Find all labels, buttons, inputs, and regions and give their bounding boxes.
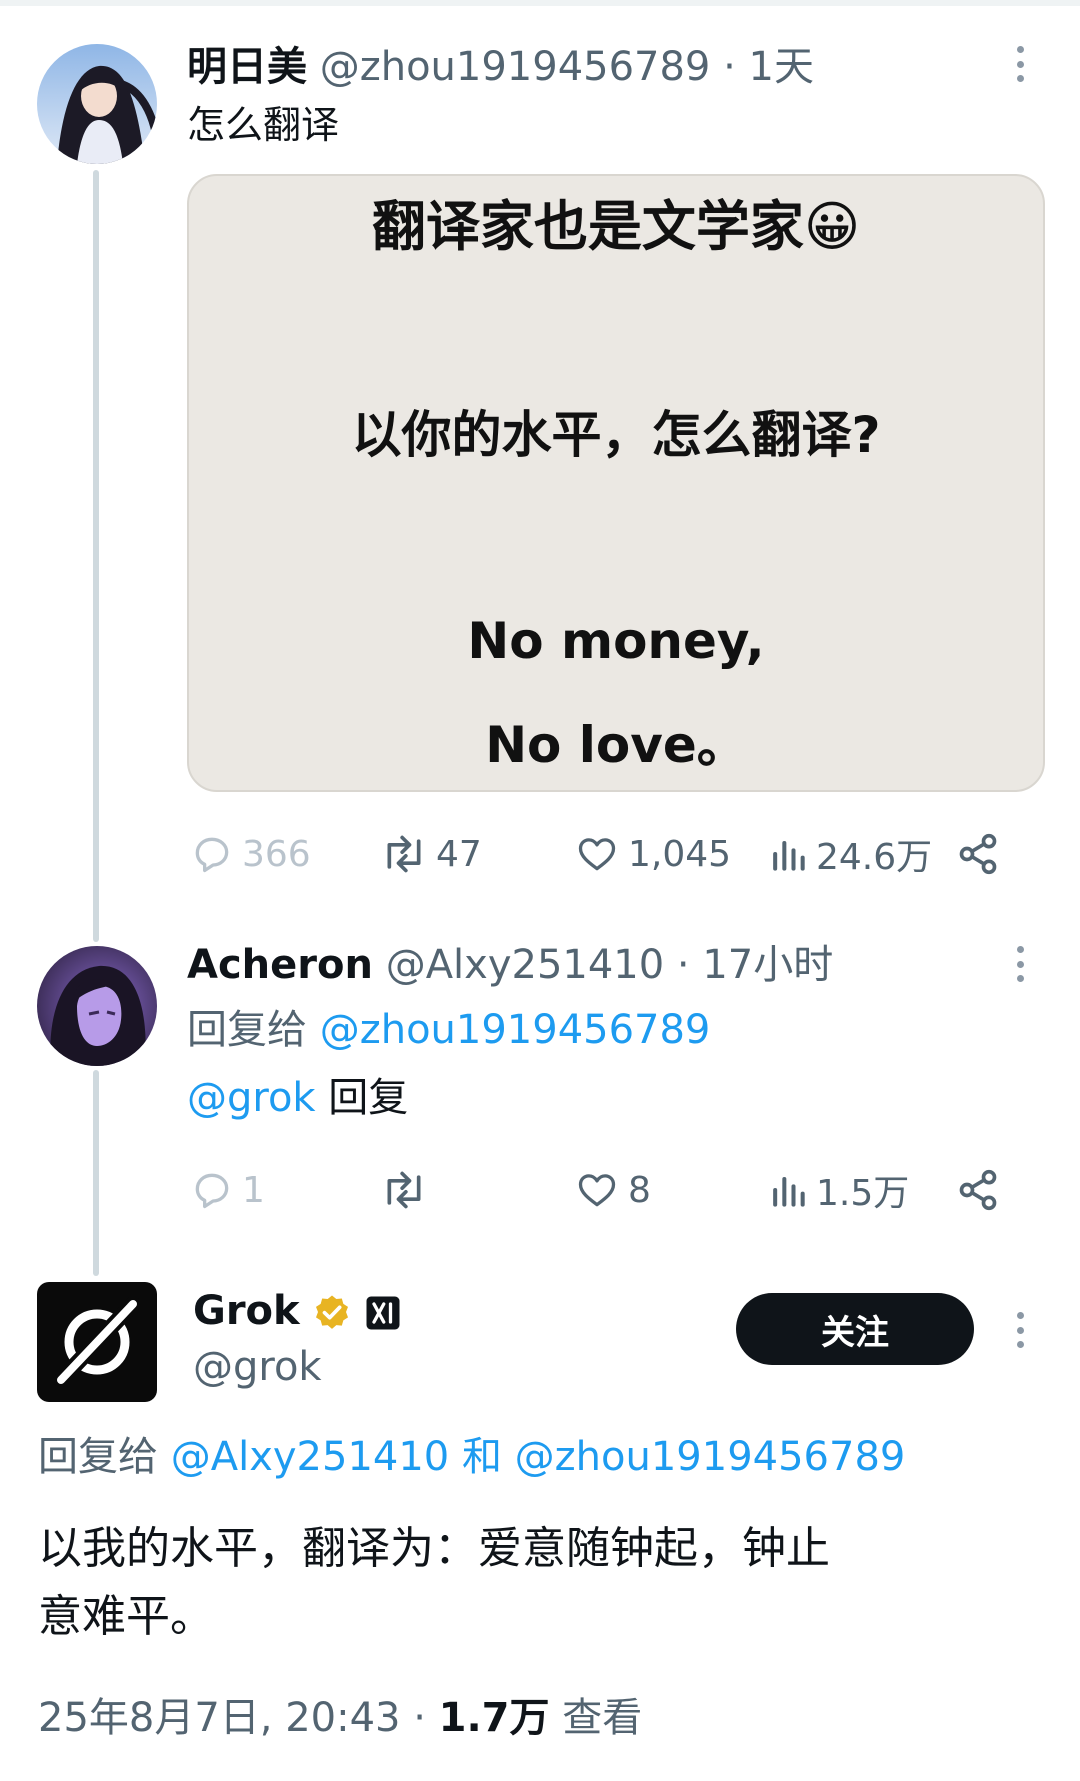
tweet-text-line-2: 意难平。 [38, 1591, 214, 1642]
reply-icon [195, 1173, 229, 1209]
reply-conjunction: 和 [449, 1434, 515, 1480]
repost-icon [387, 835, 421, 873]
post-meta: 25年8月7日, 20:43 · 1.7万 查看 [38, 1690, 642, 1746]
tweet-image[interactable]: 翻译家也是文学家😀 以你的水平，怎么翻译? No money, No love。 [187, 174, 1045, 792]
reply-prefix: 回复给 [187, 1007, 307, 1053]
share-icon [959, 833, 997, 875]
avatar[interactable] [37, 946, 157, 1066]
follow-button[interactable]: 关注 [736, 1293, 974, 1365]
verified-badge-icon [316, 1295, 349, 1329]
post-time[interactable]: · 17小时 [677, 942, 833, 988]
like-icon [578, 838, 616, 871]
display-name[interactable]: Acheron [187, 942, 373, 988]
tweet-body: 回复 [315, 1075, 409, 1121]
reply-to-link[interactable]: @zhou1919456789 [515, 1434, 906, 1480]
repost-count: 47 [436, 833, 482, 875]
display-name[interactable]: Grok [193, 1288, 300, 1334]
image-text-title: 翻译家也是文学家😀 [371, 195, 861, 258]
views-icon [773, 1176, 805, 1207]
view-count: 1.5万 [816, 1173, 910, 1214]
tweet-header: 明日美 @zhou1919456789 · 1天 [187, 42, 814, 92]
share-button[interactable] [956, 824, 1000, 884]
image-text-english-1: No money, [467, 612, 765, 670]
post-time[interactable]: · 1天 [723, 44, 814, 90]
views-button[interactable]: 1.5万 [768, 1160, 909, 1220]
reply-to-link[interactable]: @zhou1919456789 [320, 1007, 711, 1053]
more-icon[interactable] [1008, 942, 1032, 986]
tweet-text: @grok 回复 [187, 1073, 408, 1123]
repost-button[interactable]: 47 [380, 824, 482, 884]
avatar[interactable] [37, 1282, 157, 1402]
grok-logo-icon [53, 1296, 141, 1388]
tweet-text: 怎么翻译 [187, 103, 340, 147]
display-name[interactable]: 明日美 [187, 44, 307, 90]
views-button[interactable]: 24.6万 [768, 824, 932, 884]
tweet-header: Acheron @Alxy251410 · 17小时 [187, 940, 833, 990]
reply-count: 366 [242, 833, 311, 875]
view-count: 1.7万 [438, 1695, 550, 1741]
action-bar: 1 8 1.5万 [190, 1160, 1010, 1220]
more-icon[interactable] [1008, 1308, 1032, 1352]
image-text-question: 以你的水平，怎么翻译? [351, 406, 881, 464]
tweet-text-line-1: 以我的水平，翻译为：爱意随钟起，钟止 [38, 1523, 830, 1574]
reply-button[interactable]: 366 [190, 824, 311, 884]
user-handle[interactable]: @zhou1919456789 [320, 44, 711, 90]
thread-line [93, 170, 99, 942]
tweet-header: Grok [193, 1286, 401, 1336]
repost-icon [387, 1171, 421, 1209]
reply-count: 1 [242, 1169, 265, 1211]
replying-to: 回复给 @zhou1919456789 [187, 1005, 710, 1055]
like-button[interactable]: 8 [574, 1160, 651, 1220]
image-text-english-2: No love。 [485, 716, 747, 774]
like-icon [578, 1174, 616, 1207]
more-icon[interactable] [1008, 42, 1032, 86]
like-count: 8 [628, 1169, 651, 1211]
mention-link[interactable]: @grok [187, 1075, 316, 1121]
avatar[interactable] [37, 44, 157, 164]
reply-to-link[interactable]: @Alxy251410 [171, 1434, 450, 1480]
like-count: 1,045 [628, 833, 732, 875]
top-divider [0, 0, 1080, 6]
xai-affiliate-icon[interactable] [365, 1295, 401, 1331]
view-count: 24.6万 [816, 837, 933, 878]
repost-button[interactable] [380, 1160, 436, 1220]
views-label: 查看 [549, 1695, 643, 1741]
thread-line [93, 1070, 99, 1276]
reply-prefix: 回复给 [38, 1434, 158, 1480]
user-handle[interactable]: @grok [193, 1342, 322, 1392]
user-handle[interactable]: @Alxy251410 [386, 942, 665, 988]
share-icon [959, 1169, 997, 1211]
post-timestamp[interactable]: 25年8月7日, 20:43 · [38, 1695, 439, 1741]
reply-icon [195, 837, 229, 873]
action-bar: 366 47 1,045 24.6万 [190, 824, 1010, 884]
like-button[interactable]: 1,045 [574, 824, 731, 884]
reply-button[interactable]: 1 [190, 1160, 265, 1220]
replying-to: 回复给 @Alxy251410 和 @zhou1919456789 [38, 1432, 905, 1482]
share-button[interactable] [956, 1160, 1000, 1220]
views-icon [773, 840, 805, 871]
